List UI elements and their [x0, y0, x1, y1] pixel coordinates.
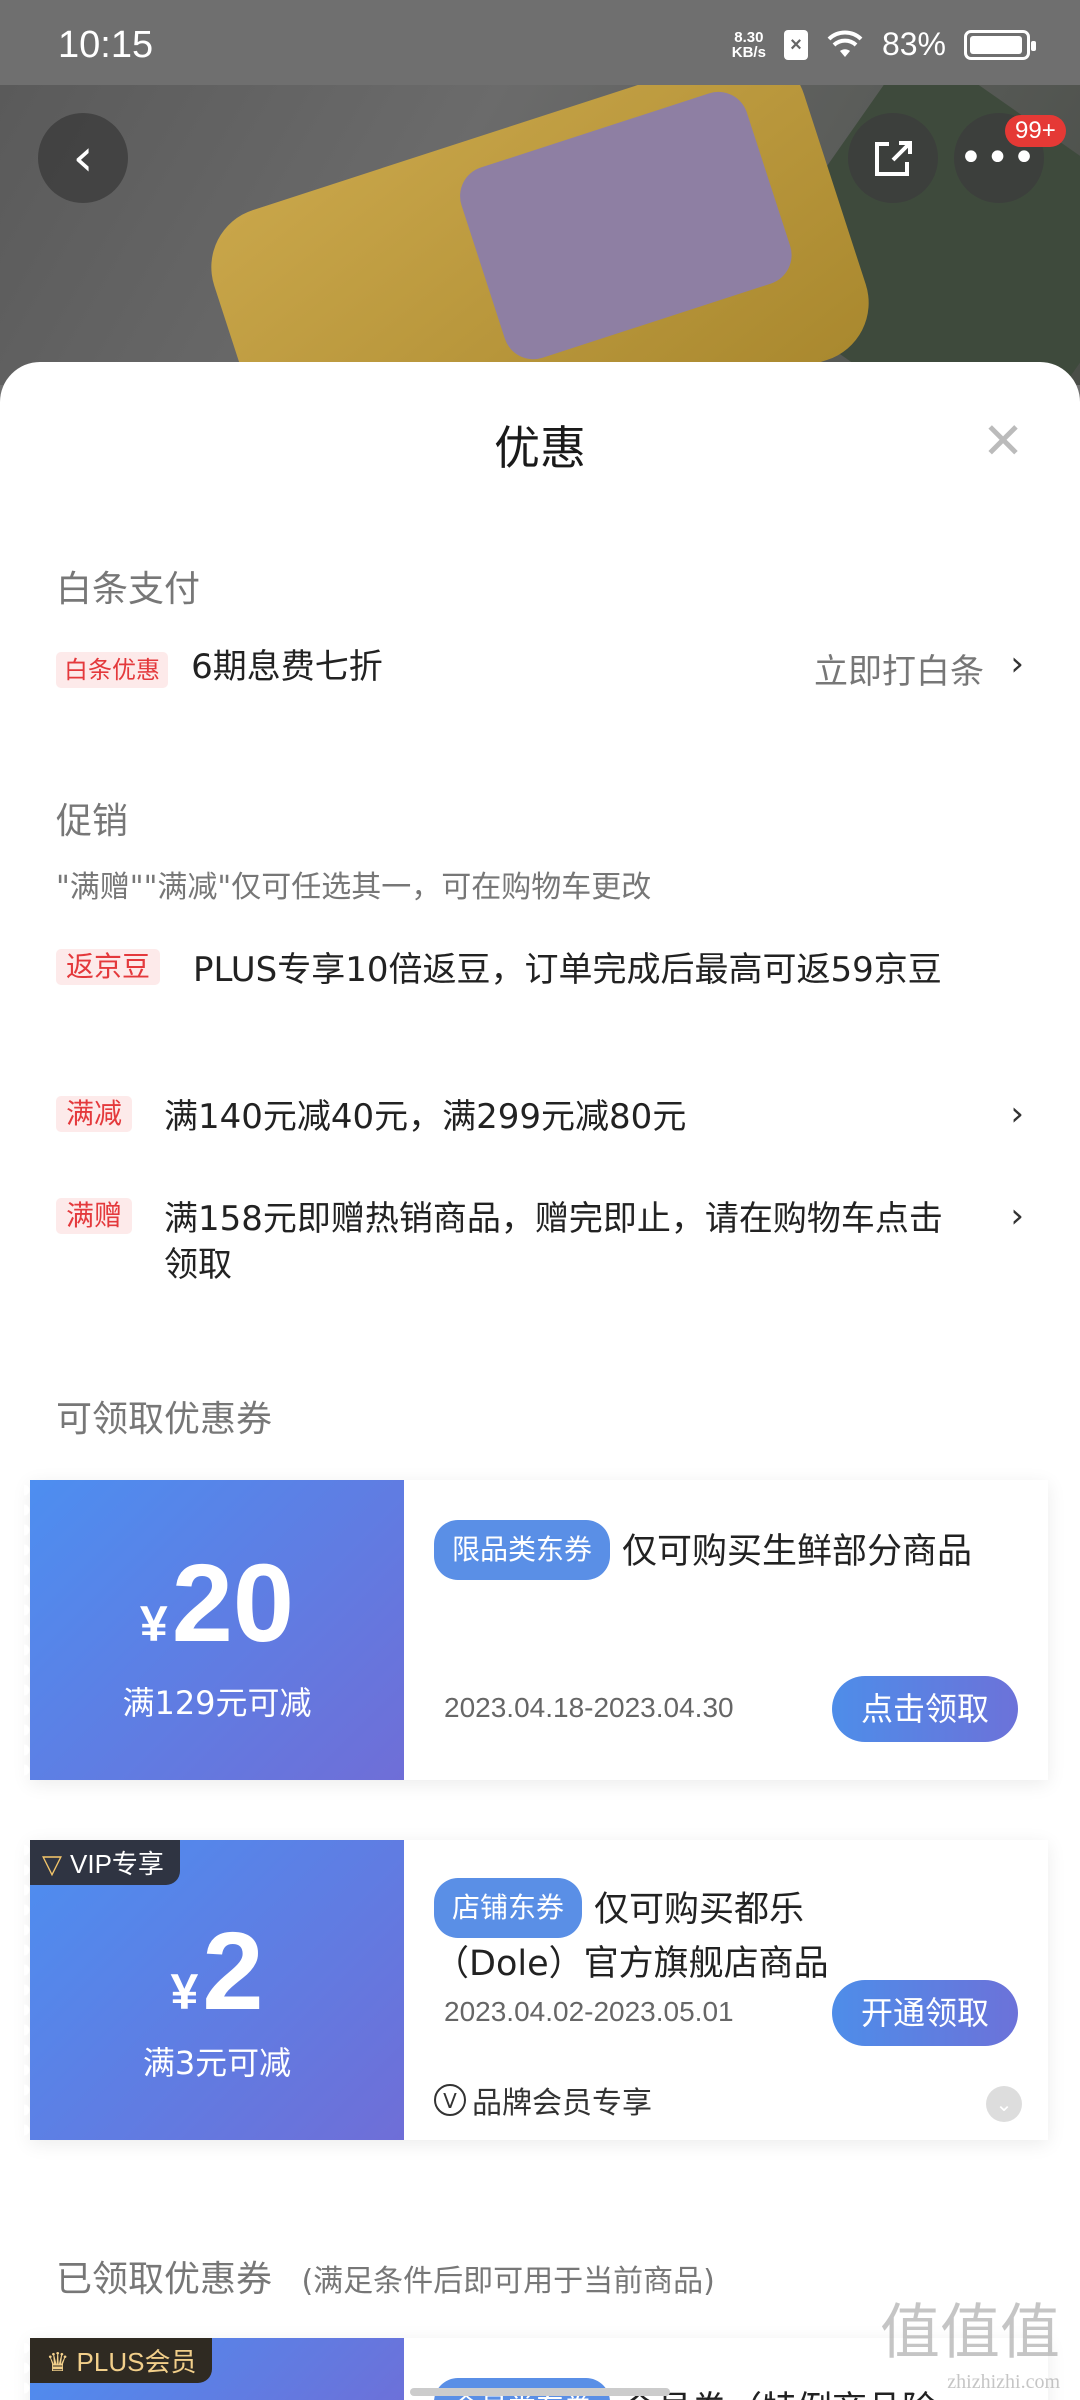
promo-tag: 满减 [56, 1096, 133, 1132]
coupon-type-tag: 限品类东券 [434, 1520, 611, 1580]
vip-badge-label: VIP专享 [70, 1849, 164, 1879]
expand-chevron-icon[interactable]: ⌄ [986, 2086, 1022, 2122]
coupon-condition: 满129元可减 [122, 1684, 312, 1722]
claimed-subtitle: (满足条件后即可用于当前商品) [301, 2264, 715, 2299]
chevron-right-icon: › [1010, 1094, 1024, 1134]
open-membership-claim-button[interactable]: 开通领取 [832, 1980, 1018, 2046]
section-title-baitiao: 白条支付 [56, 569, 201, 610]
network-speed-unit: KB/s [731, 43, 766, 61]
coupon-date: 2023.04.18-2023.04.30 [444, 1692, 734, 1723]
coupon-value-panel: ¥20 满129元可减 [24, 1480, 404, 1780]
brand-member-note: V 品牌会员专享 [434, 2078, 652, 2122]
section-title-promo: 促销 [56, 801, 129, 842]
coupon-type-tag: 店铺东券 [434, 1878, 583, 1938]
coupon-value-panel: ¥2 满3元可减 ▽ VIP专享 [24, 1840, 404, 2140]
promo-tag: 返京豆 [56, 949, 161, 985]
status-time: 10:15 [58, 24, 154, 66]
network-speed-value: 8.30 [734, 28, 764, 46]
chevron-right-icon: › [1010, 1196, 1024, 1236]
watermark-text: 值值值 [880, 2300, 1060, 2366]
product-image-tin [195, 85, 885, 385]
member-note-text: 品牌会员专享 [472, 2086, 652, 2121]
coupon-amount-value: 2 [202, 1910, 264, 2033]
coupon-info-panel: 店铺东券 仅可购买都乐（Dole）官方旗舰店商品 2023.04.02-2023.… [404, 1840, 1048, 2140]
coupon-info-panel: 限品类东券 仅可购买生鲜部分商品 2023.04.18-2023.04.30 点击… [404, 1480, 1048, 1780]
coupon-amount-value: 20 [171, 1542, 295, 1665]
promo-item-fanjingdou: 返京豆 PLUS专享10倍返豆，订单完成后最高可返59京豆 [56, 947, 1024, 993]
back-button[interactable]: ‹ [38, 113, 128, 203]
plus-badge: ♛ PLUS会员 [30, 2338, 213, 2383]
coupon-amount: ¥2 [30, 1908, 404, 2035]
coupon-description: 店铺东券 仅可购买都乐（Dole）官方旗舰店商品 [434, 1878, 928, 1990]
promo-text: 满158元即赠热销商品，赠完即止，请在购物车点击领取 [164, 1199, 943, 1285]
plus-badge-label: PLUS会员 [76, 2347, 197, 2377]
promo-item-manjian[interactable]: 满减 满140元减40元，满299元减80元 › [56, 1094, 1024, 1140]
member-v-icon: V [434, 2084, 466, 2116]
currency-symbol: ¥ [170, 1964, 199, 2020]
battery-icon [964, 29, 1036, 60]
section-title-claimed-coupons: 已领取优惠券 (满足条件后即可用于当前商品) [56, 2250, 715, 2302]
status-bar: 10:15 8.30 KB/s × 83% [0, 0, 1080, 90]
network-speed: 8.30 KB/s [732, 30, 766, 60]
baitiao-tag: 白条优惠 [56, 652, 168, 688]
claimed-title-text: 已领取优惠券 [56, 2259, 273, 2300]
promo-text: PLUS专享10倍返豆，订单完成后最高可返59京豆 [193, 950, 942, 990]
chevron-right-icon: › [1010, 644, 1024, 684]
chevron-left-icon: ‹ [72, 128, 94, 188]
promo-note: "满赠""满减"仅可任选其一，可在购物车更改 [56, 870, 652, 905]
promo-item-manzeng[interactable]: 满赠 满158元即赠热销商品，赠完即止，请在购物车点击领取 › [56, 1196, 1024, 1288]
baitiao-row[interactable]: 白条优惠 6期息费七折 立即打白条 › [56, 644, 1024, 693]
coupon-description: 限品类东券 仅可购买生鲜部分商品 [434, 1520, 988, 1580]
promo-text: 满140元减40元，满299元减80元 [164, 1097, 687, 1137]
vip-badge: ▽ VIP专享 [30, 1840, 180, 1885]
wifi-icon [827, 30, 863, 57]
sheet-title: 优惠 [494, 421, 586, 475]
close-icon: ✕ [982, 412, 1024, 470]
watermark-url: zhizhizhi.com [947, 2371, 1060, 2393]
promotions-sheet: 优惠 ✕ 白条支付 白条优惠 6期息费七折 立即打白条 › 促销 "满赠""满减… [0, 362, 1080, 2400]
promo-tag: 满赠 [56, 1198, 133, 1234]
section-title-available-coupons: 可领取优惠券 [56, 1399, 273, 1440]
notification-badge: 99+ [1005, 115, 1066, 147]
baitiao-action[interactable]: 立即打白条 [814, 644, 984, 693]
close-button[interactable]: ✕ [982, 412, 1024, 470]
claim-coupon-button[interactable]: 点击领取 [832, 1676, 1018, 1742]
coupon-desc-text: 仅可购买生鲜部分商品 [622, 1532, 973, 1572]
coupon-value-panel: ♛ PLUS会员 [24, 2338, 404, 2400]
battery-percent: 83% [881, 26, 946, 62]
coupon-card: ¥2 满3元可减 ▽ VIP专享 店铺东券 仅可购买都乐（Dole）官方旗舰店商品 … [24, 1840, 1048, 2140]
vip-icon: ▽ [42, 1849, 62, 1879]
crown-icon: ♛ [46, 2347, 70, 2377]
currency-symbol: ¥ [139, 1596, 168, 1652]
watermark: 值值值 zhizhizhi.com [880, 2284, 1060, 2394]
baitiao-text: 6期息费七折 [191, 647, 383, 687]
coupon-card: ¥20 满129元可减 限品类东券 仅可购买生鲜部分商品 2023.04.18-2… [24, 1480, 1048, 1780]
share-button[interactable] [848, 113, 938, 203]
share-icon [875, 141, 912, 176]
coupon-amount: ¥20 [30, 1540, 404, 1667]
no-sim-icon: × [783, 29, 808, 60]
home-indicator[interactable] [410, 2388, 670, 2396]
coupon-condition: 满3元可减 [142, 2044, 292, 2082]
coupon-date: 2023.04.02-2023.05.01 [444, 1996, 734, 2027]
